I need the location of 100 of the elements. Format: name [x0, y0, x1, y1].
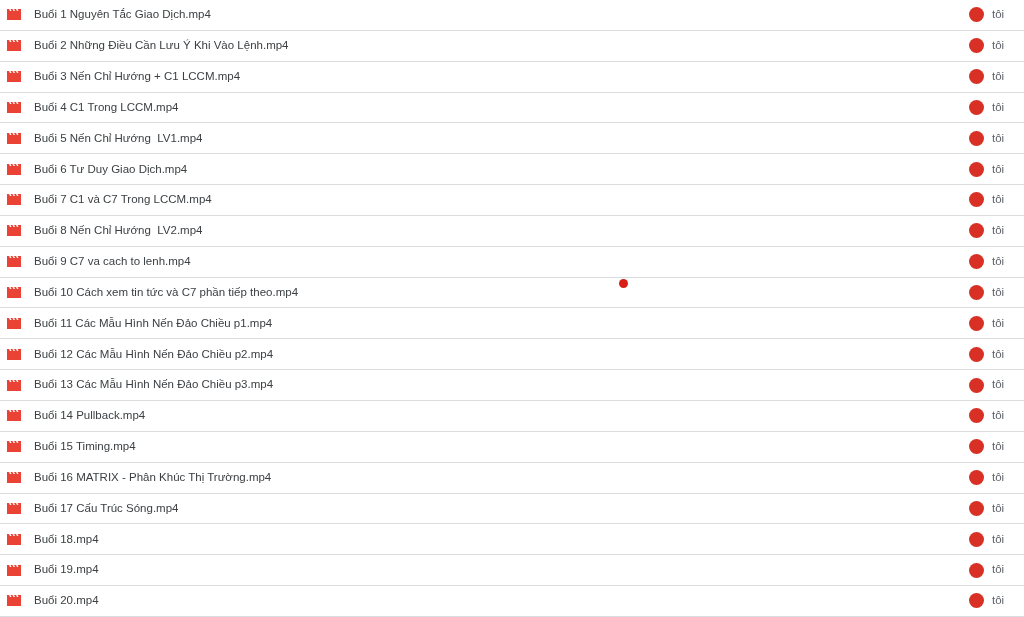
avatar-icon [969, 593, 984, 609]
avatar-icon [969, 285, 984, 300]
owner-name: tôi [992, 500, 1006, 516]
owner-name: tôi [992, 99, 1006, 115]
avatar-icon [969, 315, 984, 331]
avatar-icon [969, 408, 984, 424]
video-file-icon [7, 317, 21, 329]
file-name: Buổi 4 C1 Trong LCCM.mp4 [34, 99, 179, 115]
file-name: Buổi 16 MATRIX - Phân Khúc Thị Trường.mp4 [34, 469, 272, 485]
file-row[interactable]: Buổi 10 Cách xem tin tức và C7 phần tiếp theo.mp4 tôi [0, 277, 1024, 309]
owner-name: tôi [992, 38, 1006, 54]
file-name: Buổi 2 Những Điều Cần Lưu Ý Khi Vào Lệnh.mp4 [34, 38, 289, 54]
file-row[interactable]: Buổi 17 Cấu Trúc Sóng.mp4 tôi [0, 493, 1024, 525]
avatar-icon [969, 470, 984, 486]
video-file-icon [7, 9, 21, 21]
owner-name: tôi [992, 439, 1006, 455]
file-row[interactable]: Buổi 19.mp4 tôi [0, 555, 1024, 587]
avatar-icon [969, 69, 984, 85]
video-file-icon [7, 502, 21, 514]
video-file-icon [7, 441, 21, 453]
avatar-icon [969, 500, 984, 516]
owner-name: tôi [992, 69, 1006, 84]
video-file-icon [7, 101, 21, 113]
avatar-icon [969, 531, 984, 547]
file-name: Buổi 6 Tư Duy Giao Dịch.mp4 [34, 161, 188, 177]
owner-name: tôi [992, 408, 1006, 424]
file-name: Buổi 18.mp4 [34, 531, 99, 547]
file-row[interactable]: Buổi 12 Các Mẫu Hình Nến Đảo Chiều p2.mp4 tôi [0, 339, 1024, 371]
file-name: Buổi 3 Nến Chỉ Hướng + C1 LCCM.mp4 [34, 69, 241, 84]
owner-name: tôi [992, 469, 1006, 485]
video-file-icon [7, 379, 21, 391]
avatar-icon [969, 346, 984, 362]
file-name: Buổi 19.mp4 [34, 562, 99, 578]
file-row[interactable]: Buổi 8 Nến Chỉ Hướng LV2.mp4 tôi [0, 215, 1024, 247]
video-file-icon [7, 71, 21, 83]
owner-name: tôi [992, 7, 1006, 23]
file-name: Buổi 10 Cách xem tin tức và C7 phần tiếp theo.mp4 [34, 284, 299, 300]
owner-name: tôi [992, 130, 1006, 146]
video-file-icon [7, 40, 21, 52]
avatar-icon [969, 223, 984, 239]
avatar-icon [969, 38, 984, 54]
owner-name: tôi [992, 192, 1006, 208]
video-file-icon [7, 287, 21, 298]
video-file-icon [7, 163, 21, 175]
avatar-icon [969, 7, 984, 23]
file-name: Buổi 17 Cấu Trúc Sóng.mp4 [34, 500, 179, 516]
avatar-icon [969, 99, 984, 115]
owner-name: tôi [992, 223, 1006, 239]
avatar-icon [969, 130, 984, 146]
file-name: Buổi 8 Nến Chỉ Hướng LV2.mp4 [34, 223, 203, 239]
owner-name: tôi [992, 254, 1006, 270]
avatar-icon [969, 192, 984, 208]
video-file-icon [7, 348, 21, 360]
file-name: Buổi 5 Nến Chỉ Hướng LV1.mp4 [34, 130, 203, 146]
file-row[interactable]: Buổi 7 C1 và C7 Trong LCCM.mp4 tôi [0, 185, 1024, 216]
video-file-icon [7, 132, 21, 144]
file-row[interactable]: Buổi 13 Các Mẫu Hình Nến Đảo Chiều p3.mp4 tôi [0, 370, 1024, 401]
file-name: Buổi 13 Các Mẫu Hình Nến Đảo Chiều p3.mp4 [34, 377, 274, 393]
video-file-icon [7, 595, 21, 607]
avatar-icon [969, 161, 984, 177]
owner-name: tôi [992, 346, 1006, 362]
file-name: Buổi 12 Các Mẫu Hình Nến Đảo Chiều p2.mp4 [34, 346, 274, 362]
owner-name: tôi [992, 377, 1006, 393]
video-file-icon [7, 194, 21, 206]
video-file-icon [7, 533, 21, 545]
video-file-icon [7, 410, 21, 422]
file-row[interactable]: Buổi 11 Các Mẫu Hình Nến Đảo Chiều p1.mp4 tôi [0, 308, 1024, 340]
file-name: Buổi 20.mp4 [34, 593, 99, 609]
file-row[interactable]: Buổi 9 C7 va cach to lenh.mp4 tôi [0, 246, 1024, 278]
file-row[interactable]: Buổi 2 Những Điều Cần Lưu Ý Khi Vào Lệnh.mp4 tôi [0, 30, 1024, 62]
file-name: Buổi 14 Pullback.mp4 [34, 408, 146, 424]
file-row[interactable]: Buổi 3 Nến Chỉ Hướng + C1 LCCM.mp4 tôi [0, 61, 1024, 93]
video-file-icon [7, 256, 21, 268]
file-name: Buổi 1 Nguyên Tắc Giao Dịch.mp4 [34, 7, 211, 23]
file-row[interactable]: Buổi 16 MATRIX - Phân Khúc Thị Trường.mp4 tôi [0, 462, 1024, 494]
file-name: Buổi 7 C1 và C7 Trong LCCM.mp4 [34, 192, 212, 208]
cursor-dot [619, 279, 628, 288]
file-name: Buổi 11 Các Mẫu Hình Nến Đảo Chiều p1.mp4 [34, 315, 273, 331]
video-file-icon [7, 225, 21, 237]
owner-name: tôi [992, 315, 1006, 331]
avatar-icon [969, 562, 984, 578]
avatar-icon [969, 254, 984, 270]
avatar-icon [969, 377, 984, 393]
owner-name: tôi [992, 593, 1006, 609]
video-file-icon [7, 564, 21, 576]
avatar-icon [969, 439, 984, 455]
file-row[interactable]: Buổi 5 Nến Chỉ Hướng LV1.mp4 tôi [0, 123, 1024, 155]
owner-name: tôi [992, 161, 1006, 177]
video-file-icon [7, 472, 21, 484]
file-row[interactable]: Buổi 18.mp4 tôi [0, 524, 1024, 556]
owner-name: tôi [992, 562, 1006, 578]
file-row[interactable]: Buổi 4 C1 Trong LCCM.mp4 tôi [0, 92, 1024, 124]
file-row[interactable]: Buổi 15 Timing.mp4 tôi [0, 431, 1024, 463]
file-row[interactable]: Buổi 20.mp4 tôi [0, 586, 1024, 617]
file-row[interactable]: Buổi 14 Pullback.mp4 tôi [0, 400, 1024, 432]
owner-name: tôi [992, 284, 1006, 300]
owner-name: tôi [992, 531, 1006, 547]
file-row[interactable]: Buổi 6 Tư Duy Giao Dịch.mp4 tôi [0, 154, 1024, 186]
file-row[interactable]: Buổi 1 Nguyên Tắc Giao Dịch.mp4 tôi [0, 0, 1024, 31]
file-name: Buổi 15 Timing.mp4 [34, 439, 136, 455]
